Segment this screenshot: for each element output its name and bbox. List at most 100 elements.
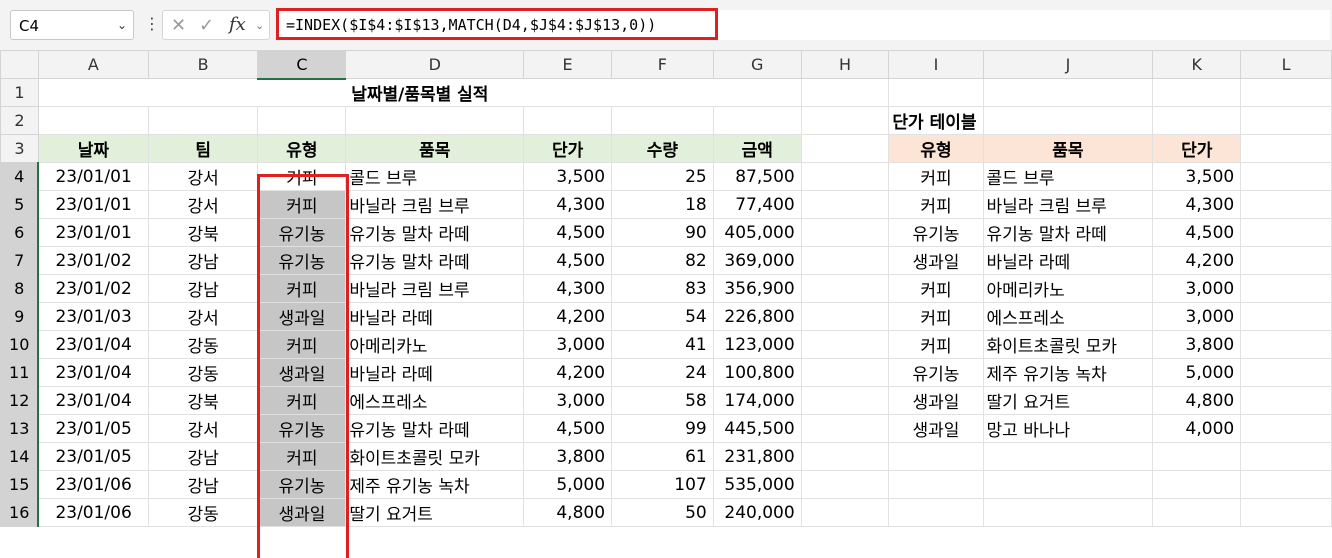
row-header-9[interactable]: 9 bbox=[0, 302, 40, 331]
sales-cell[interactable]: 23/01/05 bbox=[37, 442, 149, 471]
cell[interactable] bbox=[1152, 442, 1242, 471]
price-value-cell[interactable]: 3,000 bbox=[1152, 302, 1242, 331]
column-header-a[interactable]: A bbox=[37, 50, 149, 79]
column-header-d[interactable]: D bbox=[345, 50, 525, 79]
type-cell[interactable]: 커피 bbox=[257, 190, 347, 219]
cell[interactable] bbox=[1152, 498, 1242, 527]
sales-cell[interactable]: 23/01/06 bbox=[37, 470, 149, 499]
sales-cell[interactable]: 99 bbox=[611, 414, 714, 443]
sales-cell[interactable]: 3,000 bbox=[523, 330, 613, 359]
price-item-cell[interactable]: 바닐라 크림 브루 bbox=[982, 190, 1154, 219]
price-value-cell[interactable]: 3,800 bbox=[1152, 330, 1242, 359]
price-type-cell[interactable]: 생과일 bbox=[888, 386, 984, 415]
price-value-cell[interactable]: 3,000 bbox=[1152, 274, 1242, 303]
sales-cell[interactable]: 23/01/01 bbox=[37, 190, 149, 219]
cell[interactable] bbox=[800, 498, 890, 527]
sales-cell[interactable]: 23/01/02 bbox=[37, 274, 149, 303]
cell[interactable] bbox=[800, 358, 890, 387]
price-table-title[interactable]: 단가 테이블 bbox=[888, 106, 984, 135]
sales-cell[interactable]: 87,500 bbox=[712, 162, 802, 191]
price-item-cell[interactable]: 망고 바나나 bbox=[982, 414, 1154, 443]
sales-cell[interactable]: 에스프레소 bbox=[345, 386, 525, 415]
sales-cell[interactable]: 3,000 bbox=[523, 386, 613, 415]
cell[interactable] bbox=[611, 106, 714, 135]
price-item-cell[interactable]: 에스프레소 bbox=[982, 302, 1154, 331]
sales-cell[interactable]: 83 bbox=[611, 274, 714, 303]
sales-cell[interactable]: 바닐라 라떼 bbox=[345, 358, 525, 387]
price-item-cell[interactable]: 유기농 말차 라떼 bbox=[982, 218, 1154, 247]
cell[interactable] bbox=[1240, 470, 1332, 499]
sales-cell[interactable]: 356,900 bbox=[712, 274, 802, 303]
row-header-3[interactable]: 3 bbox=[0, 134, 39, 163]
sales-cell[interactable]: 240,000 bbox=[712, 498, 802, 527]
cell[interactable] bbox=[345, 106, 525, 135]
row-header-15[interactable]: 15 bbox=[0, 470, 40, 499]
type-cell[interactable]: 커피 bbox=[257, 442, 347, 471]
cell[interactable] bbox=[982, 106, 1154, 135]
cell[interactable] bbox=[800, 246, 890, 275]
sales-cell[interactable]: 18 bbox=[611, 190, 714, 219]
cell[interactable] bbox=[1240, 190, 1332, 219]
sales-cell[interactable]: 4,200 bbox=[523, 358, 613, 387]
cell[interactable] bbox=[1152, 106, 1242, 135]
sales-cell[interactable]: 강서 bbox=[147, 162, 259, 191]
price-type-cell[interactable]: 유기농 bbox=[888, 358, 984, 387]
cell[interactable] bbox=[800, 386, 890, 415]
sales-header-cell[interactable]: 유형 bbox=[257, 134, 347, 163]
cell[interactable] bbox=[800, 106, 890, 135]
price-value-cell[interactable]: 3,500 bbox=[1152, 162, 1242, 191]
column-header-l[interactable]: L bbox=[1240, 50, 1332, 79]
row-header-5[interactable]: 5 bbox=[0, 190, 40, 219]
type-cell[interactable]: 생과일 bbox=[257, 498, 347, 527]
sales-cell[interactable]: 3,800 bbox=[523, 442, 613, 471]
row-header-4[interactable]: 4 bbox=[0, 162, 40, 191]
cell[interactable] bbox=[1240, 246, 1332, 275]
row-header-2[interactable]: 2 bbox=[0, 106, 39, 135]
sales-cell[interactable]: 445,500 bbox=[712, 414, 802, 443]
sales-cell[interactable]: 82 bbox=[611, 246, 714, 275]
sales-cell[interactable]: 강동 bbox=[147, 358, 259, 387]
sales-cell[interactable]: 24 bbox=[611, 358, 714, 387]
type-cell[interactable]: 커피 bbox=[257, 386, 347, 415]
sales-cell[interactable]: 강남 bbox=[147, 442, 259, 471]
sales-cell[interactable]: 535,000 bbox=[712, 470, 802, 499]
sales-cell[interactable]: 강남 bbox=[147, 246, 259, 275]
column-header-f[interactable]: F bbox=[611, 50, 714, 79]
sales-cell[interactable]: 바닐라 라떼 bbox=[345, 302, 525, 331]
sales-cell[interactable]: 4,500 bbox=[523, 246, 613, 275]
more-options-icon[interactable]: ⋮ bbox=[144, 14, 160, 33]
sales-cell[interactable]: 바닐라 크림 브루 bbox=[345, 274, 525, 303]
cell[interactable] bbox=[1240, 106, 1332, 135]
price-value-cell[interactable]: 4,300 bbox=[1152, 190, 1242, 219]
price-value-cell[interactable]: 4,200 bbox=[1152, 246, 1242, 275]
row-header-6[interactable]: 6 bbox=[0, 218, 40, 247]
sales-cell[interactable]: 강남 bbox=[147, 274, 259, 303]
sales-cell[interactable]: 유기농 말차 라떼 bbox=[345, 218, 525, 247]
cell[interactable] bbox=[37, 106, 149, 135]
sales-header-cell[interactable]: 품목 bbox=[345, 134, 525, 163]
cell[interactable] bbox=[147, 106, 259, 135]
row-header-1[interactable]: 1 bbox=[0, 78, 39, 107]
cell[interactable] bbox=[982, 498, 1154, 527]
sales-cell[interactable]: 아메리카노 bbox=[345, 330, 525, 359]
cell[interactable] bbox=[982, 470, 1154, 499]
sales-header-cell[interactable]: 금액 bbox=[712, 134, 802, 163]
fx-icon[interactable]: fx bbox=[229, 14, 246, 35]
price-value-cell[interactable]: 4,500 bbox=[1152, 218, 1242, 247]
cell[interactable] bbox=[888, 78, 984, 107]
cell[interactable] bbox=[712, 106, 802, 135]
sales-cell[interactable]: 강동 bbox=[147, 498, 259, 527]
cell[interactable] bbox=[800, 442, 890, 471]
cell[interactable] bbox=[888, 470, 984, 499]
cell[interactable] bbox=[1240, 78, 1332, 107]
cell[interactable] bbox=[1240, 414, 1332, 443]
sales-cell[interactable]: 콜드 브루 bbox=[345, 162, 525, 191]
chevron-down-icon[interactable]: ⌄ bbox=[117, 18, 127, 32]
cell[interactable] bbox=[800, 134, 890, 163]
price-item-cell[interactable]: 아메리카노 bbox=[982, 274, 1154, 303]
row-header-12[interactable]: 12 bbox=[0, 386, 40, 415]
sales-cell[interactable]: 바닐라 크림 브루 bbox=[345, 190, 525, 219]
cell[interactable] bbox=[1240, 134, 1332, 163]
sales-cell[interactable]: 41 bbox=[611, 330, 714, 359]
cell[interactable] bbox=[982, 78, 1154, 107]
